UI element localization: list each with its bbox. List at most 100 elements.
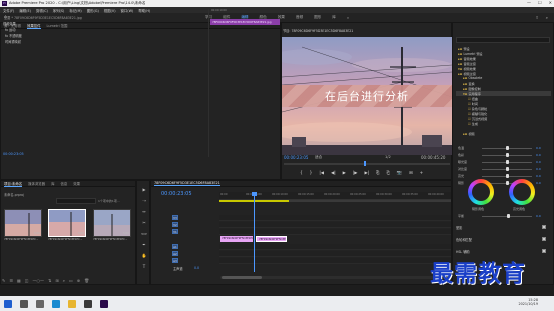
effect-time-remap[interactable]: 时间重映射 — [5, 39, 21, 44]
comparison-view-button[interactable]: ⊞ — [409, 170, 413, 176]
menu-sequence[interactable]: 序列(S) — [53, 8, 65, 13]
menu-markers[interactable]: 标记(M) — [69, 8, 81, 13]
track-a1-toggle[interactable]: A1 — [172, 244, 178, 249]
timeline-playhead-line[interactable] — [254, 192, 255, 272]
windows-start-icon[interactable] — [4, 299, 12, 308]
highlight-color-wheel[interactable] — [509, 179, 535, 205]
tab-effects[interactable]: 效果 — [73, 181, 80, 186]
program-scrub-bar[interactable] — [284, 163, 450, 165]
play-button[interactable]: ▶ — [343, 170, 346, 176]
effect-controls-timecode[interactable]: 00:00:23:05 — [3, 152, 24, 156]
tree-item-generate[interactable]: ☑ 生成 — [468, 121, 478, 126]
maximize-button[interactable]: ☐ — [538, 0, 542, 5]
slider-value[interactable]: 0.0 — [536, 153, 541, 157]
delete-icon[interactable]: 🗑 — [84, 278, 89, 283]
extract-button[interactable]: ⎗ — [387, 170, 390, 176]
effects-search-input[interactable] — [456, 37, 550, 43]
color-wheels-checkbox[interactable] — [542, 237, 546, 241]
razor-tool-icon[interactable]: ✂ — [140, 220, 148, 225]
zoom-fit-dropdown[interactable]: 适合 — [315, 155, 322, 160]
workspace-audio[interactable]: 音频 — [296, 15, 303, 20]
tab-media-browser[interactable]: 媒体浏览器 — [28, 181, 45, 186]
slider-value[interactable]: 0.0 — [536, 167, 541, 171]
menu-window[interactable]: 窗口(W) — [121, 8, 134, 13]
timeline-clip-1[interactable]: 78F09C6D6F9F5D3E1EC...jpg — [220, 236, 253, 242]
timeline-scrollbar-thumb[interactable] — [222, 276, 262, 279]
tree-item-video[interactable]: ▸▬ 视频 — [463, 131, 475, 136]
slider-knob[interactable] — [505, 153, 509, 157]
hand-tool-icon[interactable]: ✋ — [140, 253, 148, 258]
freeform-view-icon[interactable]: ◫ — [25, 278, 29, 283]
slider-contrast[interactable]: 对比度 0.0 — [458, 167, 550, 172]
lift-button[interactable]: ⎘ — [376, 170, 379, 176]
tab-info[interactable]: 信息 — [60, 181, 67, 186]
tab-libraries[interactable]: 库 — [51, 181, 54, 186]
track-a3-toggle[interactable]: A3 — [172, 258, 178, 263]
workspace-more[interactable]: » — [347, 16, 349, 20]
minimize-button[interactable]: — — [527, 0, 531, 5]
pen-tool-icon[interactable]: ✒ — [140, 242, 148, 247]
program-current-timecode[interactable]: 00:00:23:05 — [284, 155, 308, 160]
menu-view[interactable]: 视图(V) — [104, 8, 116, 13]
slider-value[interactable]: 0.0 — [536, 214, 541, 218]
timeline-clip-2[interactable]: 78F09C6D6F9F5D3E1EC...jpg — [256, 236, 287, 242]
slider-knob[interactable] — [505, 160, 509, 164]
slider-temperature[interactable]: 色温 0.0 — [458, 146, 550, 151]
slider-knob[interactable] — [507, 214, 510, 218]
menu-clip[interactable]: 剪辑(C) — [36, 8, 48, 13]
tab-effect-controls[interactable]: 效果控件 — [26, 23, 41, 29]
mark-in-button[interactable]: { — [300, 170, 303, 176]
program-monitor-title[interactable]: 节目: 78F09C6D6F9F5D3E1EC5D6F8A83E21 — [283, 28, 353, 33]
sort-icon[interactable]: ⇅ — [48, 278, 51, 283]
effect-controls-clip-bar[interactable]: 78F09C6D6F9F5D3E1EC5D6F8A83E21.jpg — [210, 19, 280, 25]
list-view-icon[interactable]: ☰ — [9, 278, 13, 283]
slider-knob[interactable] — [505, 174, 509, 178]
go-to-in-button[interactable]: |◀ — [319, 170, 324, 176]
effect-motion[interactable]: fx 运动 — [5, 27, 15, 32]
step-forward-button[interactable]: |▶ — [353, 170, 358, 176]
program-playhead[interactable] — [364, 161, 366, 166]
taskbar-clock[interactable]: 15:28 2021/10/19 — [518, 298, 538, 306]
effect-opacity[interactable]: fx 不透明度 — [5, 33, 22, 38]
zoom-slider[interactable]: —○— — [33, 278, 45, 283]
tab-project[interactable]: 项目:未命名 — [4, 181, 23, 187]
search-icon[interactable] — [20, 299, 28, 308]
vignette-checkbox[interactable] — [542, 225, 546, 229]
menu-graphics[interactable]: 图形(G) — [87, 8, 99, 13]
automate-icon[interactable]: ⊞ — [55, 278, 58, 283]
track-a2-toggle[interactable]: A2 — [172, 251, 178, 256]
slider-balance[interactable]: 平衡 0.0 — [458, 214, 550, 219]
timeline-playhead[interactable] — [252, 192, 257, 196]
button-editor-button[interactable]: + — [420, 170, 424, 176]
section-vignette[interactable]: 晕影 — [456, 225, 462, 230]
workspace-libraries[interactable]: 库 — [332, 15, 336, 20]
track-v1-toggle[interactable]: V1 — [172, 229, 178, 234]
selection-tool-icon[interactable]: ▶ — [140, 187, 148, 192]
slider-knob[interactable] — [505, 146, 509, 150]
track-select-tool-icon[interactable]: ⇢ — [140, 198, 148, 203]
workspace-graphics[interactable]: 图形 — [314, 15, 321, 20]
playback-resolution-dropdown[interactable]: 1/2 — [385, 155, 391, 159]
menu-help[interactable]: 帮助(H) — [138, 8, 150, 13]
mark-out-button[interactable]: } — [310, 170, 313, 176]
export-frame-button[interactable]: 📷 — [397, 170, 402, 176]
section-color-wheels[interactable]: 色轮和匹配 — [456, 237, 472, 242]
track-v2-toggle[interactable]: V2 — [172, 222, 178, 227]
file-explorer-icon[interactable] — [68, 299, 76, 308]
search-icon[interactable]: ⌕ — [546, 15, 548, 20]
menu-edit[interactable]: 编辑(E) — [19, 8, 31, 13]
share-icon[interactable]: ⇪ — [535, 15, 538, 20]
type-tool-icon[interactable]: T — [140, 264, 148, 269]
slider-value[interactable]: 0.0 — [536, 181, 541, 185]
slider-value[interactable]: 0.0 — [536, 160, 541, 164]
project-search-input[interactable] — [56, 198, 96, 204]
go-to-out-button[interactable]: ▶| — [365, 170, 370, 176]
store-icon[interactable] — [84, 299, 92, 308]
tab-lumetri-scopes[interactable]: Lumetri 范围 — [47, 23, 68, 28]
slip-tool-icon[interactable]: ⟺ — [140, 231, 148, 236]
shadow-color-wheel[interactable] — [468, 179, 494, 205]
slider-knob[interactable] — [505, 181, 509, 185]
slider-highlights[interactable]: 高光 0.0 — [458, 174, 550, 179]
icon-view-icon[interactable]: ▦ — [17, 278, 21, 283]
new-bin-icon[interactable]: ▭ — [69, 278, 73, 283]
